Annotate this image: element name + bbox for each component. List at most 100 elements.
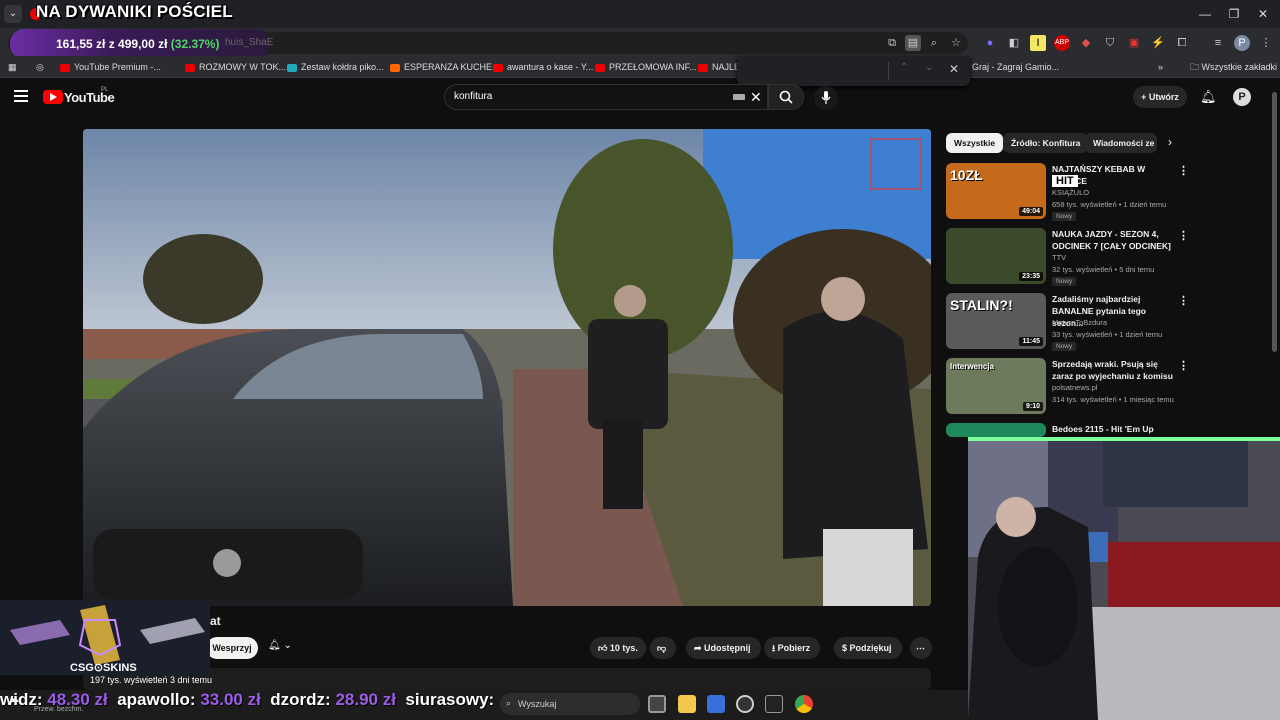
search-icon [779, 90, 793, 104]
all-bookmarks-folder[interactable]: 🗀 Wszystkie zakładki [1190, 59, 1277, 75]
account-avatar[interactable]: P [1233, 88, 1251, 106]
share-icon: ➦ [694, 643, 705, 653]
recommendation-channel[interactable]: KSIĄŻULO [1052, 187, 1089, 199]
video-title-fragment: at [210, 614, 221, 628]
bookmark-item[interactable]: NAJLE [698, 59, 740, 75]
microphone-icon [821, 91, 831, 104]
duration-badge: 11:45 [1019, 337, 1043, 346]
translate-icon[interactable]: ▤ [905, 35, 921, 51]
bookmarks-overflow-icon[interactable]: » [1158, 59, 1163, 75]
extension-icon[interactable]: I [1030, 35, 1046, 51]
youtube-logo-icon[interactable] [43, 90, 63, 104]
recommendation-thumbnail[interactable]: 23:35 [946, 228, 1046, 284]
create-button[interactable]: + Utwórz [1133, 86, 1187, 108]
find-previous-icon[interactable]: ⌃ [900, 62, 908, 73]
terminal-icon[interactable] [765, 695, 783, 713]
recommendation-title[interactable]: Bedoes 2115 - Hit 'Em Up [1052, 423, 1177, 435]
chip-news[interactable]: Wiadomości ze [1085, 133, 1157, 153]
tab-search-dropdown-icon[interactable]: ⌄ [4, 5, 22, 23]
thanks-icon: $ [842, 643, 850, 653]
store-icon[interactable] [707, 695, 725, 713]
recommendation-channel[interactable]: TTV [1052, 252, 1066, 264]
new-badge: Nowy [1052, 277, 1077, 286]
recommendation-channel[interactable]: polsatnews.pl [1052, 382, 1097, 394]
find-close-icon[interactable]: ✕ [949, 62, 959, 76]
bookmark-item[interactable]: PRZEŁOMOWA INF... [595, 59, 697, 75]
task-view-icon[interactable] [648, 695, 666, 713]
extension-icon[interactable]: ⚡ [1150, 35, 1166, 51]
zoom-icon[interactable]: ⌕ [926, 35, 942, 51]
chevron-down-icon: ⌄ [283, 640, 292, 651]
find-next-icon[interactable]: ⌄ [925, 62, 933, 73]
recommendation-channel[interactable]: MaturaToBzdura [1052, 317, 1107, 329]
support-button[interactable]: Wesprzyj [206, 637, 258, 659]
apps-grid-icon[interactable]: ▦ [8, 59, 17, 75]
media-control-icon[interactable]: ≡ [1210, 35, 1226, 51]
download-button[interactable]: ⭳ Pobierz [764, 637, 821, 659]
recommendation-thumbnail[interactable]: 10ZŁ 49:04 [946, 163, 1046, 219]
weather-text: Przew. bezchm. [34, 706, 84, 713]
video-player[interactable] [83, 129, 931, 606]
adblock-icon[interactable]: ABP [1054, 35, 1070, 51]
recommendation-title[interactable]: Sprzedają wraki. Psują się zaraz po wyje… [1052, 358, 1177, 382]
close-window-icon[interactable]: ✕ [1248, 4, 1278, 24]
profile-avatar-icon[interactable]: P [1234, 35, 1250, 51]
more-options-icon[interactable]: ⋮ [1178, 294, 1189, 307]
windows-search-input[interactable]: Wyszukaj [500, 693, 640, 715]
hamburger-menu-icon[interactable] [14, 90, 28, 102]
browser-menu-icon[interactable]: ⋮ [1258, 35, 1274, 51]
webcam-image [968, 437, 1280, 720]
search-icon: ⌕ [506, 698, 512, 708]
share-button[interactable]: ➦ Udostępnij [686, 637, 761, 659]
bookmark-item[interactable]: ESPERANZA KUCHE... [390, 59, 500, 75]
more-actions-icon[interactable]: ⋯ [910, 637, 932, 659]
thumbnail-text: STALIN?! [950, 297, 1013, 313]
search-input[interactable] [444, 84, 768, 110]
bookmark-item[interactable]: Zestaw kołdra piko... [287, 59, 384, 75]
weather-icon[interactable]: ☁ [8, 692, 30, 706]
recommendation-thumbnail[interactable] [946, 423, 1046, 437]
search-button[interactable] [768, 84, 804, 110]
minimize-icon[interactable]: — [1190, 4, 1220, 24]
bookmark-star-icon[interactable]: ☆ [948, 35, 964, 51]
more-options-icon[interactable]: ⋮ [1178, 229, 1189, 242]
chip-all[interactable]: Wszystkie [946, 133, 1004, 153]
page-scrollbar[interactable] [1272, 92, 1277, 352]
like-button[interactable]: 👍︎ 10 tys. [590, 637, 646, 659]
shield-icon[interactable]: ⛉ [1102, 35, 1118, 51]
more-options-icon[interactable]: ⋮ [1178, 164, 1189, 177]
dislike-button[interactable]: 👎︎ [650, 637, 676, 659]
install-app-icon[interactable]: ⧉ [884, 35, 900, 51]
extension-icon[interactable]: ● [982, 35, 998, 51]
extension-icon[interactable]: ◆ [1078, 35, 1094, 51]
bookmark-item[interactable]: Graj - Zagraj Gamio... [972, 59, 1059, 75]
recommendation-thumbnail[interactable]: Interwencja 9:10 [946, 358, 1046, 414]
recommendation-title[interactable]: NAUKA JAZDY - SEZON 4, ODCINEK 7 [CAŁY O… [1052, 228, 1177, 252]
recommendation-thumbnail[interactable]: STALIN?! 11:45 [946, 293, 1046, 349]
file-explorer-icon[interactable] [678, 695, 696, 713]
extensions-puzzle-icon[interactable]: ⧠ [1174, 35, 1190, 51]
extension-icon[interactable]: ▣ [1126, 35, 1142, 51]
chip-source[interactable]: Źródło: Konfitura [1003, 133, 1089, 153]
keyboard-icon[interactable] [733, 94, 745, 100]
thanks-button[interactable]: $ Podziękuj [834, 637, 902, 659]
clear-search-icon[interactable]: ✕ [750, 89, 762, 106]
recommendation-meta: 658 tys. wyświetleń • 1 dzień temu [1052, 200, 1167, 209]
more-options-icon[interactable]: ⋮ [1178, 359, 1189, 372]
plus-icon: + [1141, 92, 1149, 102]
chevron-right-icon[interactable]: › [1168, 135, 1172, 149]
extension-icon[interactable]: ◧ [1006, 35, 1022, 51]
subscription-bell-dropdown[interactable]: 🔔︎ ⌄ [268, 640, 302, 656]
thumbs-up-icon: 👍︎ [598, 643, 610, 653]
app-icon[interactable] [736, 695, 754, 713]
extension-bookmark-icon[interactable]: ◎ [36, 59, 44, 75]
notifications-bell-icon[interactable]: 🔔︎ [1200, 89, 1217, 105]
bookmark-item[interactable]: YouTube Premium -... [60, 59, 161, 75]
search-input-value[interactable]: konfitura [454, 91, 492, 102]
thumbnail-text: Interwencja [950, 362, 995, 371]
voice-search-button[interactable] [814, 86, 838, 110]
chrome-icon[interactable] [795, 695, 813, 713]
bookmark-item[interactable]: awantura o kase - Y... [493, 59, 593, 75]
bookmark-item[interactable]: ROZMOWY W TOK... [185, 59, 286, 75]
maximize-icon[interactable]: ❐ [1219, 4, 1249, 24]
